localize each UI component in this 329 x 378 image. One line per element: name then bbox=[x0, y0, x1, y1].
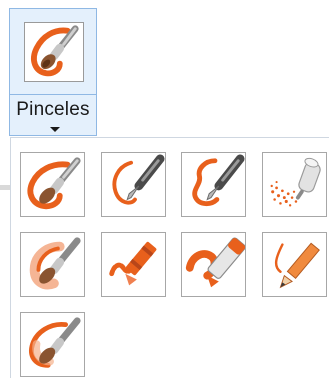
calligraphy-brush-1-item[interactable] bbox=[101, 152, 166, 217]
crayon-item[interactable] bbox=[101, 232, 166, 297]
brushes-button-label: Pinceles bbox=[16, 99, 90, 120]
airbrush-item[interactable] bbox=[262, 152, 327, 217]
natural-pencil-item[interactable] bbox=[262, 232, 327, 297]
calligraphy-brush-2-item[interactable] bbox=[181, 152, 246, 217]
watercolor-brush-icon bbox=[29, 317, 81, 368]
brush-item[interactable] bbox=[20, 152, 85, 217]
marker-item[interactable] bbox=[181, 232, 246, 297]
brushes-gallery bbox=[10, 137, 329, 378]
calligraphy-brush-2-icon bbox=[192, 154, 245, 207]
natural-pencil-icon bbox=[274, 242, 320, 289]
oil-brush-item[interactable] bbox=[20, 232, 85, 297]
brushes-button[interactable]: Pinceles bbox=[9, 8, 97, 136]
airbrush-icon bbox=[270, 157, 321, 207]
oil-brush-icon bbox=[29, 237, 81, 290]
watercolor-brush-item[interactable] bbox=[20, 312, 85, 377]
marker-icon bbox=[185, 237, 245, 288]
crayon-icon bbox=[109, 241, 157, 286]
dropdown-arrow-icon[interactable] bbox=[50, 127, 60, 132]
calligraphy-brush-1-icon bbox=[112, 154, 165, 205]
brush-icon bbox=[24, 22, 84, 82]
paint-brushes-dropdown: Pinceles bbox=[0, 0, 329, 378]
brush-icon bbox=[27, 157, 81, 210]
